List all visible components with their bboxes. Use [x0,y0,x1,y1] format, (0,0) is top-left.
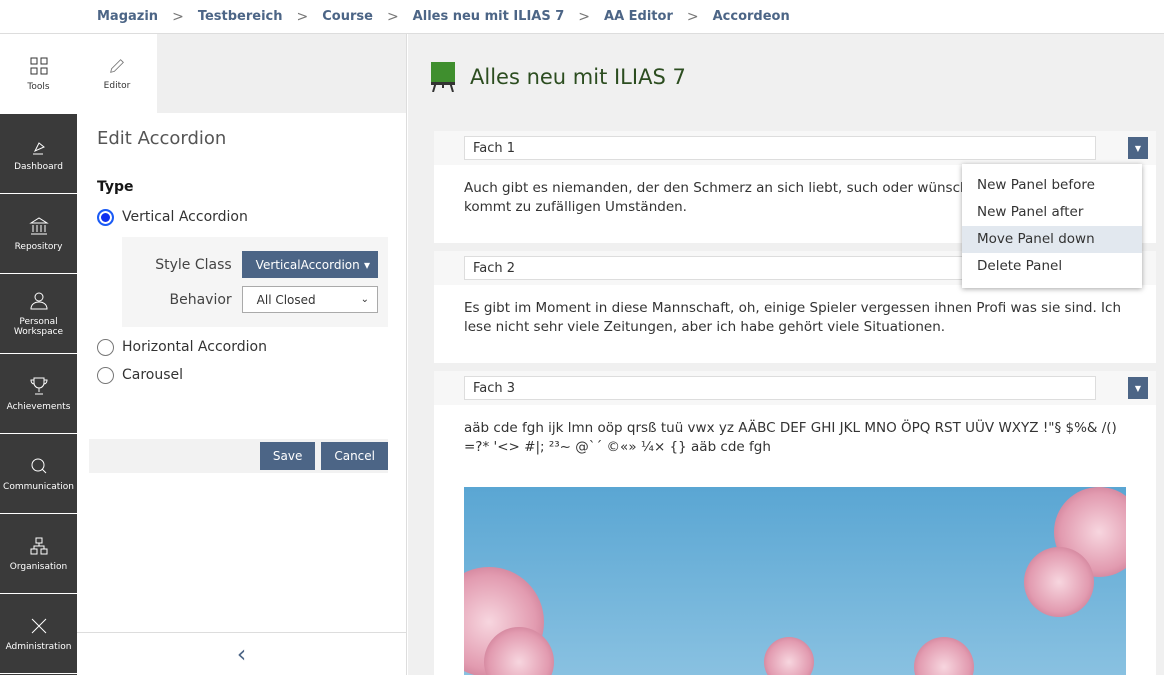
menu-move-panel-down[interactable]: Move Panel down [962,226,1142,253]
grid-icon [29,56,49,76]
slate-panel: Editor Edit Accordion Type Vertical Acco… [77,34,407,675]
learning-module-icon [430,62,456,92]
chevron-right-icon: > [172,9,184,25]
slate-heading: Edit Accordion [97,128,386,149]
mainbar-label: Tools [27,82,49,92]
mainbar-organisation[interactable]: Organisation [0,514,77,594]
repository-icon [29,216,49,236]
radio-button[interactable] [97,367,114,384]
caret-down-icon: ▾ [364,258,370,272]
mainbar-label: Communication [3,482,74,492]
chevron-down-icon: ⌄ [361,294,369,305]
panel-actions-button[interactable]: ▼ [1128,377,1148,399]
mainbar-achievements[interactable]: Achievements [0,354,77,434]
radio-label: Horizontal Accordion [122,339,267,355]
tab-label: Editor [104,81,131,91]
breadcrumb: Magazin > Testbereich > Course > Alles neu … [0,0,1164,34]
trophy-icon [29,376,49,396]
mainbar-label: Achievements [7,402,71,412]
crumb-aa-editor[interactable]: AA Editor [604,9,673,24]
panel-title-input[interactable]: Fach 1 [464,136,1096,160]
radio-label: Vertical Accordion [122,209,248,225]
tab-editor[interactable]: Editor [77,34,157,113]
behavior-select[interactable]: All Closed ⌄ [242,286,378,313]
type-label: Type [97,179,386,195]
panel-text[interactable]: aäb cde fgh ijk lmn oöp qrsß tuü vwx yz … [434,405,1156,471]
chat-icon [29,456,49,476]
behavior-label: Behavior [132,292,232,308]
content-area: Alles neu mit ILIAS 7 Fach 1 ▼ Auch gibt… [408,34,1164,675]
org-icon [29,536,49,556]
menu-delete-panel[interactable]: Delete Panel [962,253,1142,280]
mainbar-dashboard[interactable]: Dashboard [0,114,77,194]
dashboard-icon [29,136,49,156]
tools-icon [29,616,49,636]
mainbar-label: Repository [15,242,63,252]
mainbar-label: Personal Workspace [0,317,77,337]
collapse-slate-button[interactable]: ‹ [77,632,406,675]
cancel-button[interactable]: Cancel [321,442,388,470]
radio-horizontal-accordion[interactable]: Horizontal Accordion [97,333,406,361]
pencil-icon [108,57,126,75]
crumb-accordeon[interactable]: Accordeon [713,9,790,24]
radio-button[interactable] [97,209,114,226]
save-button[interactable]: Save [260,442,315,470]
panel-actions-button[interactable]: ▼ [1128,137,1148,159]
panel-title-input[interactable]: Fach 3 [464,376,1096,400]
behavior-value: All Closed [257,293,316,307]
mainbar-repository[interactable]: Repository [0,194,77,274]
menu-new-panel-before[interactable]: New Panel before [962,172,1142,199]
mainbar-tools[interactable]: Tools [0,34,77,114]
mainbar-personal-workspace[interactable]: Personal Workspace [0,274,77,354]
radio-vertical-accordion[interactable]: Vertical Accordion [97,203,406,231]
main-bar: Tools Dashboard Repository Personal Work… [0,34,77,675]
chevron-left-icon: ‹ [237,640,247,668]
chevron-right-icon: > [687,9,699,25]
panel-actions-menu: New Panel before New Panel after Move Pa… [962,164,1142,288]
style-class-dropdown[interactable]: VerticalAccordion ▾ [242,251,378,278]
style-class-label: Style Class [132,257,232,273]
caret-down-icon: ▼ [1135,144,1141,153]
radio-button[interactable] [97,339,114,356]
crumb-magazin[interactable]: Magazin [97,9,158,24]
radio-carousel[interactable]: Carousel [97,361,406,389]
crumb-alles-neu[interactable]: Alles neu mit ILIAS 7 [413,9,565,24]
panel-text[interactable]: Es gibt im Moment in diese Mannschaft, o… [434,285,1156,351]
accordion-panel: Fach 3 ▼ aäb cde fgh ijk lmn oöp qrsß tu… [434,371,1156,675]
blossom-image [464,487,1126,675]
caret-down-icon: ▼ [1135,384,1141,393]
crumb-course[interactable]: Course [322,9,373,24]
style-class-value: VerticalAccordion [256,258,360,272]
mainbar-communication[interactable]: Communication [0,434,77,514]
mainbar-administration[interactable]: Administration [0,594,77,674]
radio-label: Carousel [122,367,183,383]
menu-new-panel-after[interactable]: New Panel after [962,199,1142,226]
form-buttons: SaveCancel [89,439,388,473]
page-title: Alles neu mit ILIAS 7 [470,65,686,89]
chevron-right-icon: > [297,9,309,25]
chevron-right-icon: > [578,9,590,25]
mainbar-label: Administration [6,642,72,652]
mainbar-label: Dashboard [14,162,63,172]
crumb-testbereich[interactable]: Testbereich [198,9,283,24]
mainbar-label: Organisation [10,562,68,572]
person-icon [29,291,49,311]
chevron-right-icon: > [387,9,399,25]
vertical-options: Style Class VerticalAccordion ▾ Behavior Al… [122,237,388,327]
